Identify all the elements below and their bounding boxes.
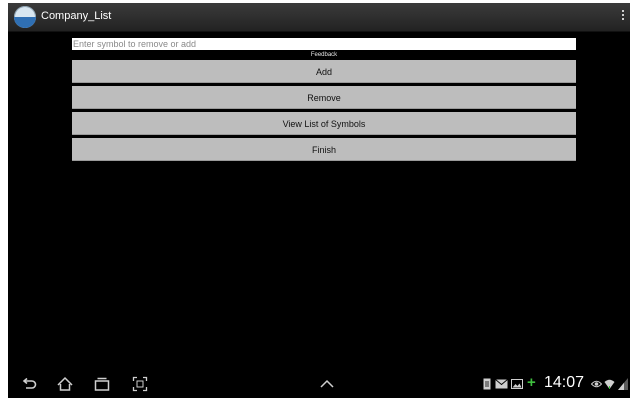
feedback-label: Feedback xyxy=(310,52,338,58)
document-notification-icon xyxy=(483,378,491,390)
app-logo-icon[interactable] xyxy=(14,6,36,28)
back-icon[interactable] xyxy=(21,376,37,392)
finish-button[interactable]: Finish xyxy=(72,138,576,161)
eye-icon xyxy=(591,380,602,388)
android-screen: Company_List Feedback Add Remove View Li… xyxy=(8,3,630,398)
overflow-menu-icon[interactable] xyxy=(620,10,626,24)
chevron-up-icon[interactable] xyxy=(319,376,335,392)
view-list-button[interactable]: View List of Symbols xyxy=(72,112,576,135)
home-icon[interactable] xyxy=(57,376,73,392)
screenshot-icon[interactable] xyxy=(132,376,148,392)
symbol-input[interactable] xyxy=(72,38,576,50)
signal-strength-icon xyxy=(618,378,628,390)
image-notification-icon xyxy=(511,379,523,389)
add-button[interactable]: Add xyxy=(72,60,576,83)
system-navigation-bar: + 14:07 xyxy=(8,370,630,398)
app-title: Company_List xyxy=(41,10,112,22)
wifi-icon xyxy=(604,379,615,389)
mail-notification-icon xyxy=(495,379,508,389)
plus-notification-icon: + xyxy=(527,374,536,391)
recent-apps-icon[interactable] xyxy=(94,376,110,392)
action-bar: Company_List xyxy=(8,3,630,32)
remove-button[interactable]: Remove xyxy=(72,86,576,109)
status-clock: 14:07 xyxy=(544,374,585,391)
